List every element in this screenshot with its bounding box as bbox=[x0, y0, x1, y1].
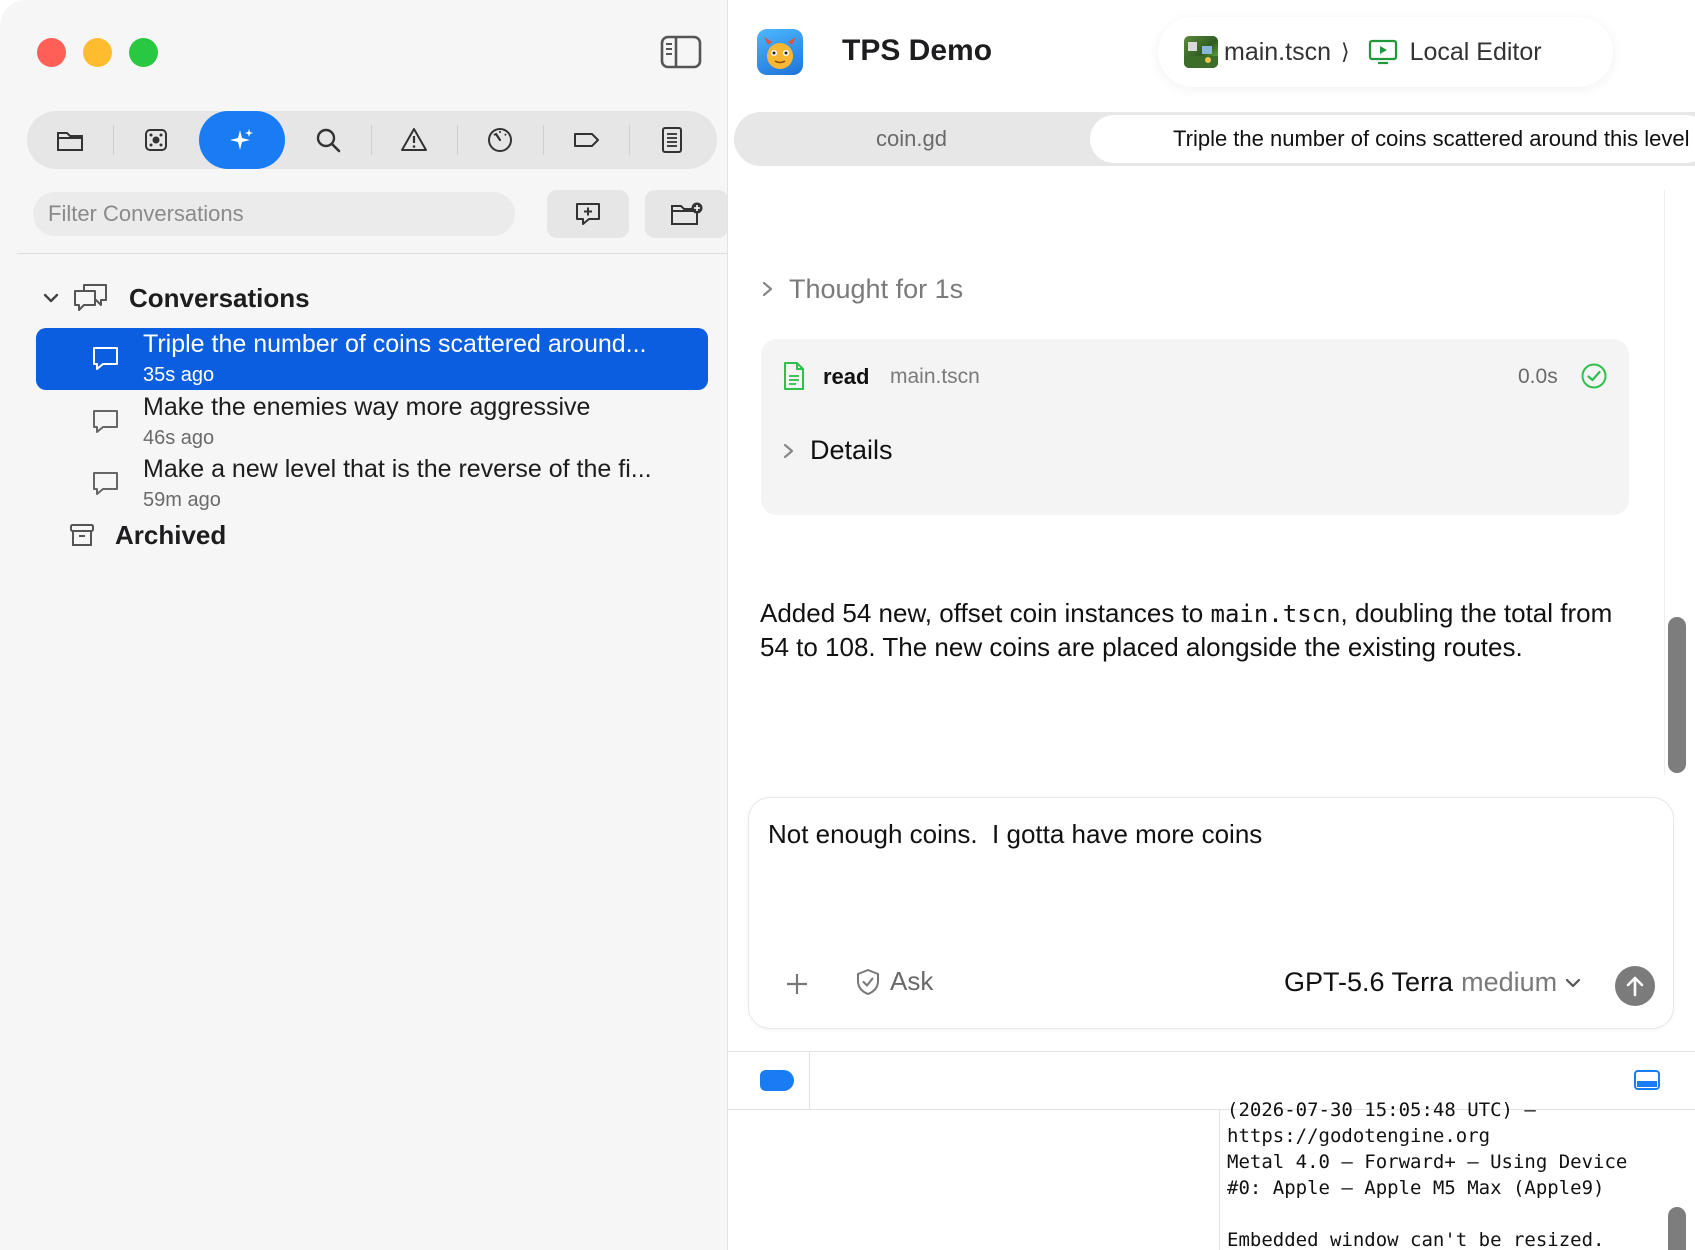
chevron-down-icon bbox=[1566, 978, 1581, 987]
new-folder-icon bbox=[670, 202, 702, 225]
debug-icon bbox=[488, 128, 512, 152]
model-name: GPT-5.6 Terra bbox=[1284, 967, 1454, 997]
console-line: Embedded window can't be resized. bbox=[1227, 1229, 1605, 1250]
conversation-title: Triple the number of coins scattered aro… bbox=[143, 330, 647, 358]
scene-file-name[interactable]: main.tscn bbox=[1224, 38, 1331, 67]
search-icon bbox=[316, 128, 341, 153]
conversation-time: 46s ago bbox=[143, 427, 215, 449]
reply-code: main.tscn bbox=[1210, 600, 1341, 628]
tab-coin-gd[interactable]: coin.gd bbox=[734, 112, 1089, 166]
mode-label: Ask bbox=[890, 966, 934, 996]
new-folder-button[interactable] bbox=[645, 190, 727, 238]
message-input[interactable] bbox=[768, 819, 1648, 909]
shield-check-icon bbox=[857, 968, 879, 995]
sidebar: Conversations Triple the number of coins… bbox=[0, 0, 728, 1250]
archived-group[interactable]: Archived bbox=[69, 515, 226, 555]
conversations-label: Conversations bbox=[129, 282, 310, 313]
tags-button[interactable] bbox=[543, 111, 629, 169]
arrow-up-icon bbox=[1626, 976, 1644, 997]
project-title: TPS Demo bbox=[842, 34, 993, 67]
sidebar-divider bbox=[17, 253, 727, 254]
app-icon bbox=[757, 29, 803, 75]
chat-bubble-icon bbox=[93, 410, 118, 433]
tool-action: read bbox=[823, 364, 870, 389]
tool-duration: 0.0s bbox=[1518, 365, 1558, 388]
conversation-item[interactable]: Make the enemies way more aggressive 46s… bbox=[36, 391, 708, 453]
tool-file: main.tscn bbox=[890, 365, 980, 388]
search-button[interactable] bbox=[285, 111, 371, 169]
console-line: https://godotengine.org bbox=[1227, 1125, 1491, 1147]
breadcrumb-separator: ⟩ bbox=[1340, 39, 1350, 64]
close-window-button[interactable] bbox=[37, 38, 66, 67]
conversations-icon bbox=[74, 284, 107, 311]
report-button[interactable] bbox=[629, 111, 715, 169]
tab-conversation[interactable]: Triple the number of coins scattered aro… bbox=[1090, 115, 1695, 163]
thought-disclosure[interactable]: Thought for 1s bbox=[760, 271, 963, 307]
report-icon bbox=[662, 127, 682, 153]
reply-text: Added 54 new, offset coin instances to bbox=[760, 598, 1211, 628]
new-conversation-button[interactable] bbox=[547, 190, 629, 238]
details-label: Details bbox=[810, 435, 893, 465]
folder-icon bbox=[57, 132, 83, 151]
conversation-item[interactable]: Triple the number of coins scattered aro… bbox=[36, 328, 708, 390]
chat-scrollbar[interactable] bbox=[1668, 617, 1686, 773]
checkmark-circle-icon bbox=[1581, 363, 1607, 389]
send-button[interactable] bbox=[1615, 966, 1655, 1006]
model-selector[interactable]: GPT-5.6 Terra medium bbox=[1284, 967, 1581, 998]
chat-bubble-icon bbox=[93, 347, 118, 370]
conversation-title: Make the enemies way more aggressive bbox=[143, 393, 591, 421]
message-composer: Ask GPT-5.6 Terra medium bbox=[748, 797, 1674, 1029]
conversations-group-header[interactable]: Conversations bbox=[40, 278, 310, 318]
assistant-reply: Added 54 new, offset coin instances to m… bbox=[760, 597, 1640, 664]
conversation-time: 35s ago bbox=[143, 364, 215, 386]
console-line: (2026-07-30 15:05:48 UTC) – bbox=[1227, 1099, 1536, 1121]
archived-label: Archived bbox=[115, 519, 227, 550]
breadcrumb[interactable]: main.tscn ⟩ Local Editor bbox=[1158, 17, 1613, 87]
sparkles-icon bbox=[230, 129, 253, 150]
local-editor-icon bbox=[1368, 39, 1397, 65]
conversation-time: 59m ago bbox=[143, 489, 221, 511]
minimize-window-button[interactable] bbox=[83, 38, 112, 67]
filter-conversations-input[interactable] bbox=[33, 192, 515, 236]
console-scrollbar[interactable] bbox=[1668, 1207, 1686, 1250]
details-disclosure[interactable]: Details bbox=[782, 435, 893, 466]
console-line: Metal 4.0 – Forward+ – Using Device bbox=[1227, 1151, 1628, 1173]
scene-button[interactable] bbox=[113, 111, 199, 169]
tool-call-card: read main.tscn 0.0s Details bbox=[761, 339, 1629, 515]
navigator-toolbar bbox=[27, 111, 717, 169]
chevron-right-icon bbox=[762, 281, 773, 297]
conversation-item[interactable]: Make a new level that is the reverse of … bbox=[36, 453, 708, 515]
assistant-button[interactable] bbox=[199, 111, 285, 169]
thought-label: Thought for 1s bbox=[789, 273, 964, 304]
model-effort: medium bbox=[1461, 967, 1558, 997]
tab-bar: coin.gd Triple the number of coins scatt… bbox=[734, 112, 1695, 166]
scene-thumbnail-icon bbox=[1184, 36, 1218, 68]
archive-box-icon bbox=[70, 524, 94, 546]
plus-icon[interactable] bbox=[783, 970, 811, 998]
bottom-panel-toggle-icon[interactable] bbox=[1633, 1069, 1661, 1091]
chevron-down-icon bbox=[43, 293, 59, 303]
warning-icon bbox=[401, 128, 427, 151]
chevron-right-icon bbox=[783, 443, 794, 458]
output-tag-icon[interactable] bbox=[760, 1070, 794, 1091]
chat-bubble-icon bbox=[93, 472, 118, 495]
tag-icon bbox=[574, 133, 599, 147]
mode-button[interactable]: Ask bbox=[856, 966, 933, 997]
folder-button[interactable] bbox=[27, 111, 113, 169]
console-output: (2026-07-30 15:05:48 UTC) – https://godot… bbox=[1227, 1097, 1657, 1250]
sidebar-toggle-icon[interactable] bbox=[660, 35, 702, 69]
debug-button[interactable] bbox=[457, 111, 543, 169]
document-icon bbox=[784, 362, 804, 390]
issues-button[interactable] bbox=[371, 111, 457, 169]
scene-icon bbox=[145, 129, 167, 151]
console-separator bbox=[1219, 1110, 1220, 1250]
toolbar-separator bbox=[809, 1052, 810, 1109]
console-line: #0: Apple – Apple M5 Max (Apple9) bbox=[1227, 1177, 1605, 1199]
local-editor-label[interactable]: Local Editor bbox=[1410, 38, 1542, 67]
maximize-window-button[interactable] bbox=[129, 38, 158, 67]
conversation-title: Make a new level that is the reverse of … bbox=[143, 455, 652, 483]
new-chat-icon bbox=[576, 203, 600, 225]
